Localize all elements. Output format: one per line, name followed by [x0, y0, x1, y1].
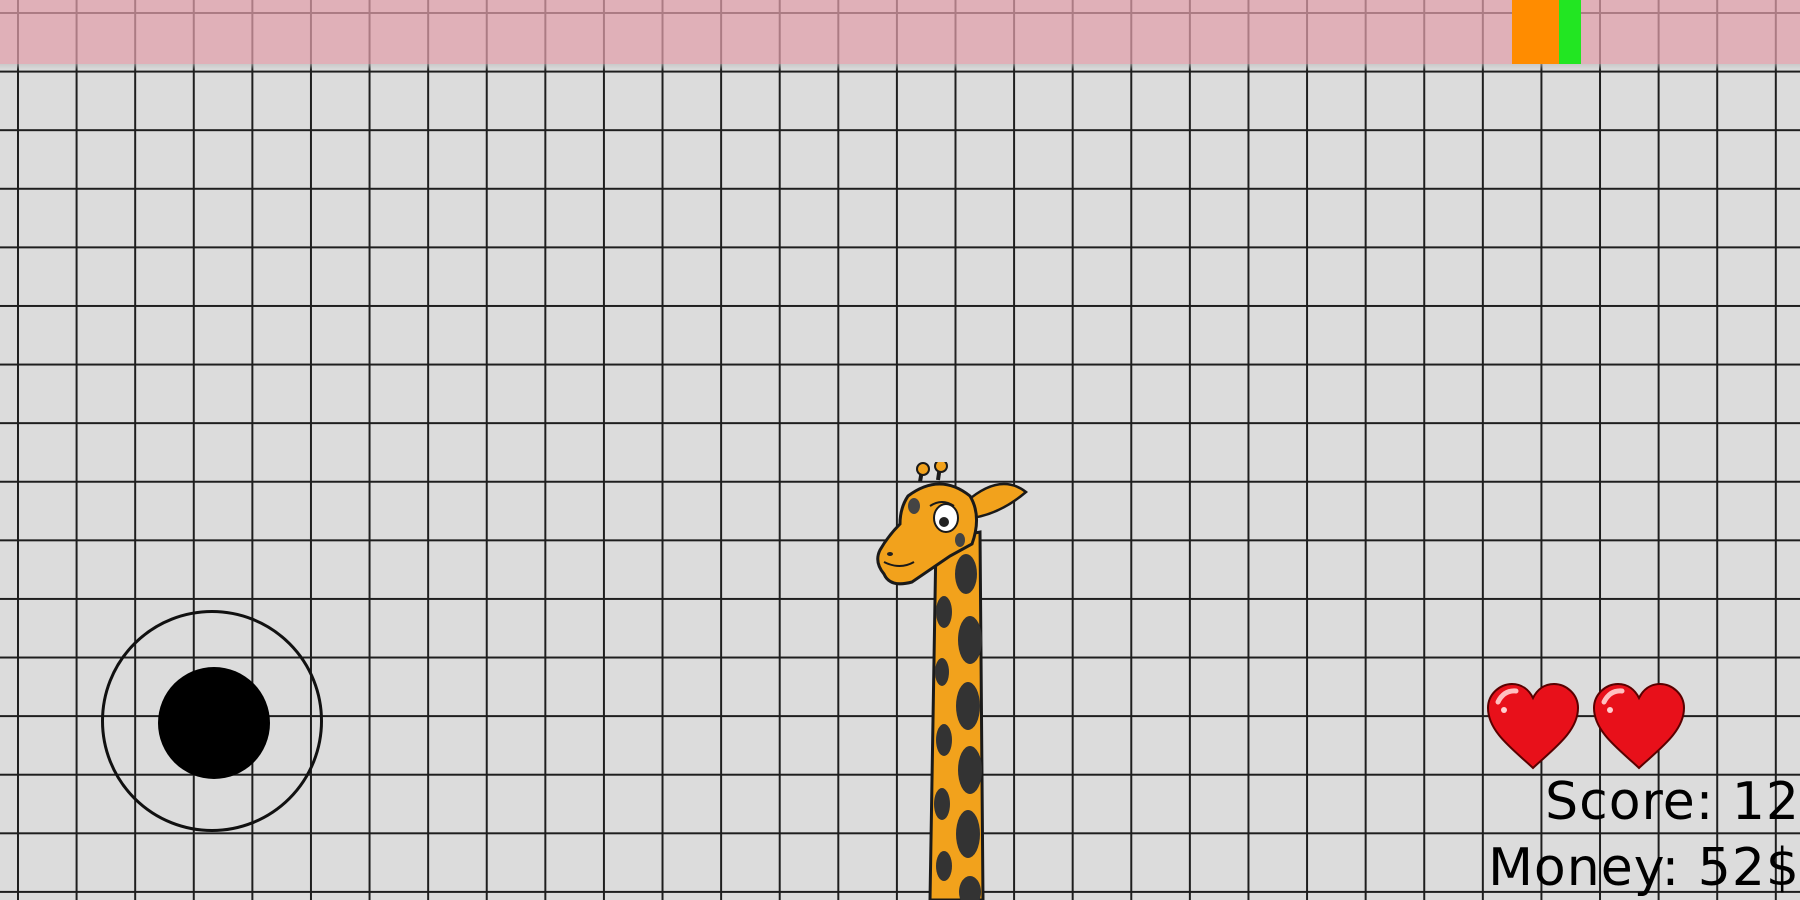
- money-value: 52$: [1697, 838, 1800, 898]
- score-label: Score:: [1545, 772, 1715, 832]
- money-label: Money:: [1488, 838, 1681, 898]
- top-zone-shadow: [0, 64, 1800, 70]
- score-value: 12: [1731, 772, 1800, 832]
- life-heart-icon: [1486, 682, 1580, 770]
- green-indicator-block: [1559, 0, 1581, 64]
- money-display: Money: 52$: [1488, 838, 1800, 898]
- joystick-knob[interactable]: [158, 667, 270, 779]
- giraffe-player: [876, 462, 1028, 900]
- giraffe-neck: [928, 530, 985, 900]
- orange-indicator-block: [1512, 0, 1559, 64]
- score-display: Score: 12: [1545, 772, 1800, 832]
- life-heart-icon: [1592, 682, 1686, 770]
